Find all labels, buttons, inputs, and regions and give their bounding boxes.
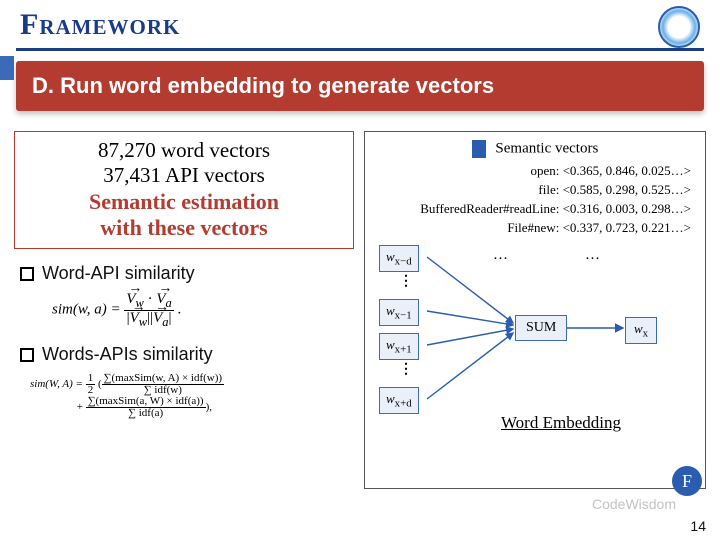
stat-word-vectors: 87,270 word vectors — [23, 138, 345, 163]
formula-sim-wa: sim(w, a) = →Vw · →Va |→Vw||→Va| . — [52, 292, 354, 328]
stat-api-vectors: 37,431 API vectors — [23, 163, 345, 188]
sv-line-filenew: File#new: <0.337, 0.723, 0.221…> — [375, 219, 695, 238]
formula2-t2d: ∑ idf(a) — [86, 408, 206, 419]
section-banner: D. Run word embedding to generate vector… — [16, 61, 704, 111]
formula2-lhs: sim(W, A) = — [30, 378, 83, 390]
sv-line-buffreader: BufferedReader#readLine: <0.316, 0.003, … — [375, 200, 695, 219]
stat-estimation-a: Semantic estimation — [23, 190, 345, 214]
bullet-word-api: Word-API similarity — [20, 263, 348, 284]
diagram-label: Word Embedding — [501, 413, 621, 433]
bullet-words-apis: Words-APIs similarity — [20, 344, 348, 365]
f-badge-icon: F — [672, 466, 702, 496]
bullet-square-icon — [20, 267, 34, 281]
page-title: Framework — [20, 8, 700, 42]
bullet-text-2: Words-APIs similarity — [42, 344, 213, 365]
formula2-tail: ), — [206, 401, 212, 413]
page-number: 14 — [690, 518, 706, 534]
embedding-graph: wx−d ⋮ wx−1 wx+1 ⋮ wx+d … … SUM wx — [375, 245, 695, 455]
diagram-box: Semantic vectors open: <0.365, 0.846, 0.… — [364, 131, 706, 489]
formula2-plus: + — [77, 401, 83, 413]
formula-sim-WA: sim(W, A) = 12 ( ∑(maxSim(w, A) × idf(w)… — [30, 373, 354, 419]
university-logo-icon — [658, 6, 700, 48]
watermark-text: CodeWisdom — [592, 496, 676, 512]
formula1-lhs: sim(w, a) = — [52, 302, 121, 318]
sidebar-tab — [0, 56, 14, 80]
sv-line-file: file: <0.585, 0.298, 0.525…> — [375, 181, 695, 200]
stats-box: 87,270 word vectors 37,431 API vectors S… — [14, 131, 354, 249]
semantic-vectors-title: Semantic vectors — [375, 140, 695, 158]
sv-line-open: open: <0.365, 0.846, 0.025…> — [375, 162, 695, 181]
document-icon — [472, 140, 486, 158]
title-underline — [16, 48, 704, 51]
formula1-tail: . — [178, 302, 182, 318]
sv-title-text: Semantic vectors — [495, 140, 598, 156]
bullet-square-icon — [20, 348, 34, 362]
stat-estimation-b: with these vectors — [23, 216, 345, 240]
banner-text: D. Run word embedding to generate vector… — [32, 73, 688, 99]
